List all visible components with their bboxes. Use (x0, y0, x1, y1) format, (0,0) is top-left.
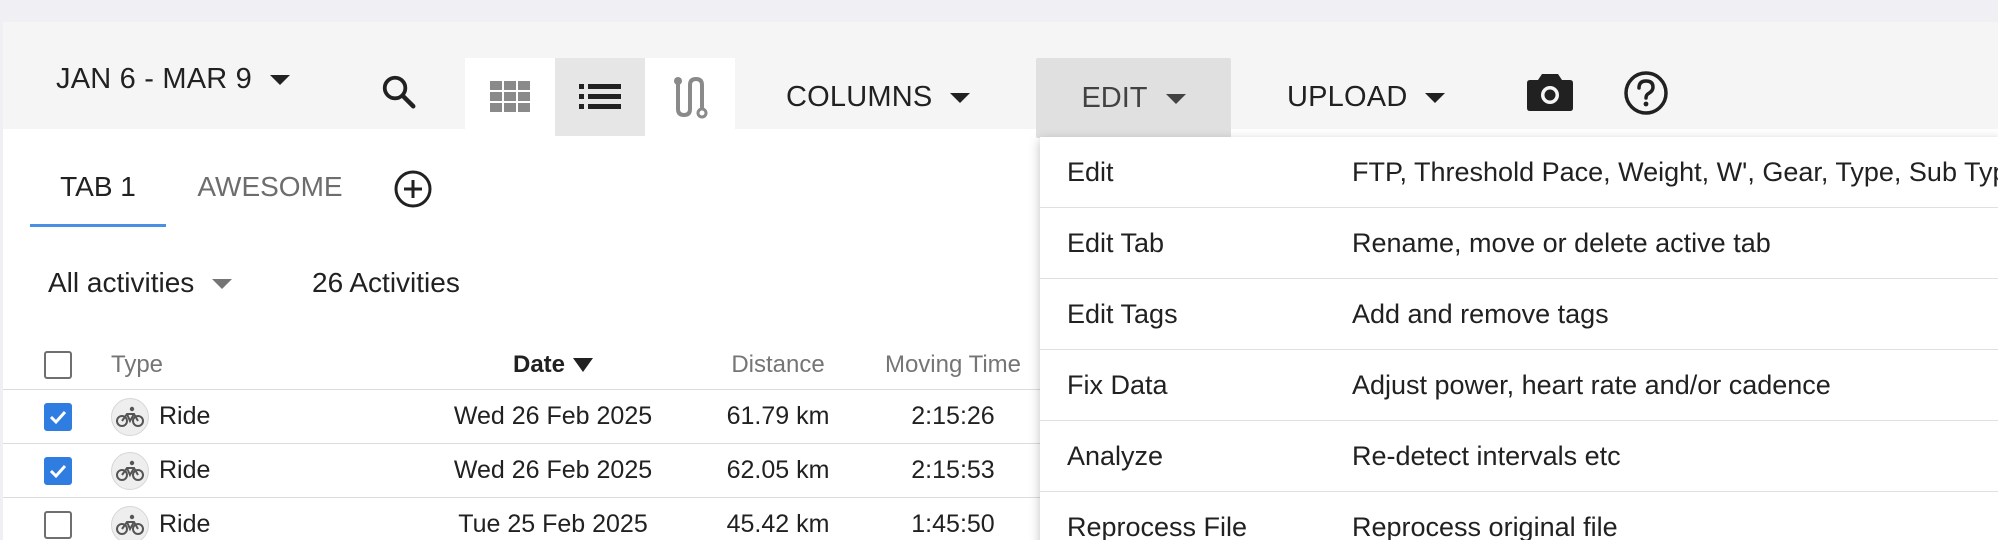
sort-descending-icon (573, 357, 594, 372)
moving-time-cell: 2:15:53 (911, 456, 995, 484)
column-header-date-label: Date (512, 350, 566, 378)
menu-item-description: Re-detect intervals etc (1352, 441, 1621, 471)
search-button[interactable] (375, 68, 423, 116)
bike-icon (111, 505, 149, 540)
add-circle-icon (394, 170, 432, 208)
type-cell: Ride (111, 444, 371, 497)
menu-item-label: Edit Tab (1067, 228, 1165, 258)
add-tab-button[interactable] (393, 169, 433, 209)
table-row[interactable]: Ride Tue 25 Feb 2025 45.42 km 1:45:50 (3, 498, 1043, 540)
table-row[interactable]: Ride Wed 26 Feb 2025 62.05 km 2:15:53 (3, 444, 1043, 498)
date-range-selector[interactable]: JAN 6 - MAR 9 (56, 56, 290, 102)
type-cell: Ride (111, 498, 371, 540)
menu-item-reprocess-file[interactable]: Reprocess File Reprocess original file (1040, 492, 1998, 540)
camera-button[interactable] (1526, 70, 1574, 118)
chevron-down-icon (269, 75, 290, 85)
activity-filter-dropdown[interactable]: All activities (48, 260, 233, 306)
menu-item-analyze[interactable]: Analyze Re-detect intervals etc (1040, 421, 1998, 492)
toolbar: JAN 6 - MAR 9 COLUMNS EDIT UPLOAD (3, 22, 1998, 138)
date-cell: Wed 26 Feb 2025 (453, 456, 653, 484)
menu-item-description: Adjust power, heart rate and/or cadence (1352, 370, 1831, 400)
edit-dropdown-menu: Edit FTP, Threshold Pace, Weight, W', Ge… (1040, 137, 1998, 540)
type-cell: Ride (111, 390, 371, 443)
edit-label: EDIT (1081, 81, 1148, 114)
distance-cell: 45.42 km (726, 510, 830, 538)
moving-time-cell: 1:45:50 (911, 510, 995, 538)
activities-page: JAN 6 - MAR 9 COLUMNS EDIT UPLOAD TAB 1 … (3, 22, 1998, 540)
distance-cell: 62.05 km (726, 456, 830, 484)
menu-item-label: Fix Data (1067, 370, 1168, 400)
column-header-date[interactable]: Date (403, 340, 703, 389)
select-all-cell (43, 340, 73, 389)
row-select-cell (43, 498, 73, 540)
menu-item-description: Reprocess original file (1352, 512, 1618, 540)
activity-count: 26 Activities (312, 267, 460, 298)
list-view-button[interactable] (555, 58, 645, 136)
menu-item-description: FTP, Threshold Pace, Weight, W', Gear, T… (1352, 157, 1998, 187)
type-label: Ride (159, 510, 211, 538)
column-header-type[interactable]: Type (111, 340, 371, 389)
row-checkbox[interactable] (44, 456, 72, 485)
columns-button[interactable]: COLUMNS (786, 74, 971, 120)
column-header-moving-time[interactable]: Moving Time (863, 340, 1043, 389)
menu-item-label: Edit (1067, 157, 1114, 187)
menu-item-edit-tab[interactable]: Edit Tab Rename, move or delete active t… (1040, 208, 1998, 279)
search-icon (382, 75, 416, 109)
grid-view-icon (490, 81, 530, 112)
menu-item-fix-data[interactable]: Fix Data Adjust power, heart rate and/or… (1040, 350, 1998, 421)
chevron-down-icon (212, 279, 233, 289)
activity-filter-label: All activities (48, 267, 195, 298)
row-checkbox[interactable] (44, 510, 72, 539)
menu-item-edit[interactable]: Edit FTP, Threshold Pace, Weight, W', Ge… (1040, 137, 1998, 208)
upload-button[interactable]: UPLOAD (1287, 74, 1446, 120)
menu-item-description: Add and remove tags (1352, 299, 1609, 329)
check-icon (49, 464, 67, 478)
chevron-down-icon (1425, 93, 1446, 103)
date-range-label: JAN 6 - MAR 9 (56, 62, 252, 95)
help-icon (1624, 71, 1668, 115)
table-row[interactable]: Ride Wed 26 Feb 2025 61.79 km 2:15:26 (3, 390, 1043, 444)
type-label: Ride (159, 402, 211, 430)
table-header: Type Date Distance Moving Time (3, 340, 1043, 390)
tab-tab-1[interactable]: TAB 1 (30, 147, 166, 227)
moving-time-cell: 2:15:26 (911, 402, 995, 430)
chevron-down-icon (1165, 94, 1186, 104)
bike-icon (111, 397, 149, 436)
check-icon (49, 410, 67, 424)
date-cell: Wed 26 Feb 2025 (453, 402, 653, 430)
row-select-cell (43, 444, 73, 497)
camera-icon (1527, 74, 1573, 111)
bike-icon (111, 451, 149, 490)
menu-item-label: Reprocess File (1067, 512, 1248, 540)
tab-awesome[interactable]: AWESOME (190, 147, 350, 227)
date-cell: Tue 25 Feb 2025 (458, 510, 648, 538)
upload-label: UPLOAD (1287, 80, 1408, 113)
menu-item-label: Edit Tags (1067, 299, 1178, 329)
column-header-distance[interactable]: Distance (703, 340, 853, 389)
route-view-button[interactable] (645, 58, 735, 136)
menu-item-label: Analyze (1067, 441, 1164, 471)
chevron-down-icon (950, 93, 971, 103)
route-view-icon (674, 76, 708, 119)
columns-label: COLUMNS (786, 80, 933, 113)
distance-cell: 61.79 km (726, 402, 830, 430)
grid-view-button[interactable] (465, 58, 555, 136)
list-view-icon (579, 84, 621, 109)
menu-item-description: Rename, move or delete active tab (1352, 228, 1771, 258)
row-checkbox[interactable] (44, 402, 72, 431)
menu-item-edit-tags[interactable]: Edit Tags Add and remove tags (1040, 279, 1998, 350)
select-all-checkbox[interactable] (44, 350, 72, 379)
activities-table: Type Date Distance Moving Time Ride Wed … (3, 340, 1043, 540)
view-toggle-group (465, 58, 735, 136)
edit-button[interactable]: EDIT (1036, 58, 1231, 138)
type-label: Ride (159, 456, 211, 484)
row-select-cell (43, 390, 73, 443)
help-button[interactable] (1623, 70, 1671, 118)
